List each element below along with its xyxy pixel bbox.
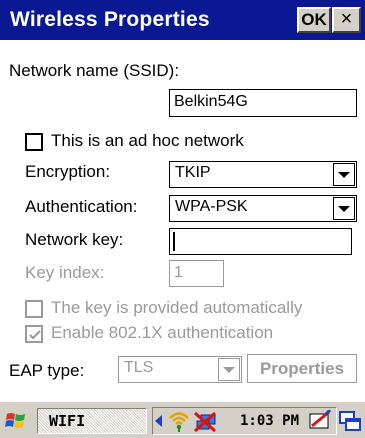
network-key-input[interactable] (169, 228, 352, 255)
key-index-label: Key index: (25, 263, 105, 282)
auto-key-checkbox[interactable] (25, 300, 43, 318)
encryption-label: Encryption: (25, 162, 111, 181)
arrow-left-icon[interactable] (155, 415, 163, 427)
enable-8021x-checkbox[interactable] (25, 325, 43, 343)
authentication-value: WPA-PSK (175, 198, 248, 215)
adhoc-label: This is an ad hoc network (51, 131, 244, 150)
wifi-signal-icon[interactable] (167, 410, 191, 432)
key-index-value: 1 (174, 264, 183, 281)
network-key-label: Network key: (25, 230, 124, 249)
window-switcher-icon[interactable] (338, 410, 362, 432)
properties-button[interactable]: Properties (247, 354, 357, 383)
authentication-label: Authentication: (25, 197, 138, 216)
wifi-task-button[interactable]: WIFI (37, 408, 147, 434)
encryption-value: TKIP (175, 164, 211, 181)
checkmark-icon (29, 330, 41, 340)
encryption-select[interactable]: TKIP (169, 161, 357, 188)
chevron-down-icon[interactable] (333, 197, 355, 220)
task-label: WIFI (49, 412, 86, 430)
ssid-input[interactable]: Belkin54G (169, 89, 357, 117)
ssid-label: Network name (SSID): (9, 61, 180, 80)
title-bar: Wireless Properties OK × (0, 0, 365, 40)
chevron-down-icon[interactable] (218, 358, 240, 381)
ok-button[interactable]: OK (297, 7, 331, 33)
chevron-down-icon[interactable] (333, 163, 355, 186)
eap-type-value: TLS (124, 359, 154, 376)
adhoc-checkbox[interactable] (25, 133, 43, 151)
text-caret (173, 232, 175, 251)
auto-key-label: The key is provided automatically (51, 298, 303, 317)
taskbar: WIFI 1:03 PM (0, 400, 365, 438)
pen-input-icon[interactable] (309, 410, 333, 432)
eap-type-label: EAP type: (9, 361, 85, 380)
network-connection-icon[interactable] (193, 411, 219, 433)
window-title: Wireless Properties (10, 8, 210, 31)
enable-8021x-label: Enable 802.1X authentication (51, 323, 274, 342)
eap-type-select[interactable]: TLS (118, 356, 242, 383)
clock[interactable]: 1:03 PM (240, 413, 299, 429)
windows-start-icon[interactable] (4, 410, 30, 432)
close-button[interactable]: × (332, 7, 361, 33)
ssid-value: Belkin54G (174, 93, 248, 110)
authentication-select[interactable]: WPA-PSK (169, 195, 357, 222)
key-index-input[interactable]: 1 (169, 260, 224, 287)
